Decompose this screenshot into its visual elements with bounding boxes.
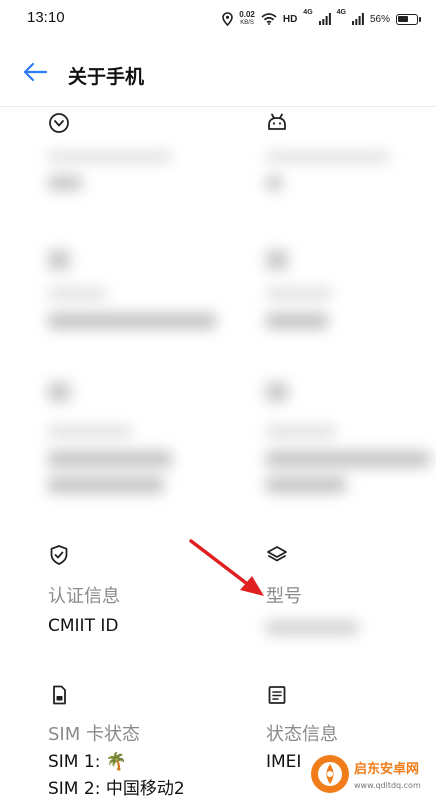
- model-cell[interactable]: 型号: [266, 544, 436, 635]
- android-version-cell[interactable]: [266, 112, 436, 190]
- back-arrow-icon[interactable]: [22, 61, 48, 83]
- signal-icon-1: [318, 13, 331, 25]
- status-info-label: 状态信息: [266, 724, 338, 745]
- chevron-circle-icon: [49, 113, 69, 133]
- signal-4g-label-1: 4G: [303, 9, 313, 16]
- android-icon: [268, 113, 286, 130]
- battery-fill: [398, 15, 408, 22]
- blurred-content: [48, 382, 238, 493]
- sim2-value: SIM 2: 中国移动2: [48, 779, 185, 799]
- blurred-content: [266, 152, 436, 190]
- battery-icon: [396, 13, 421, 25]
- signal-icon-2: [351, 13, 364, 25]
- hd-indicator: HD: [282, 13, 298, 25]
- blurred-content: [266, 382, 436, 493]
- blurred-content: [266, 250, 436, 329]
- status-icons: 0.02 KB/S HD 4G 4G 56%: [222, 9, 421, 29]
- network-speed-unit: KB/S: [240, 20, 254, 26]
- model-value-blurred: [266, 620, 436, 635]
- wifi-icon: [261, 13, 277, 25]
- sim-card-icon: [53, 685, 66, 705]
- processor-cell[interactable]: [48, 112, 238, 190]
- storage-cell[interactable]: [48, 250, 238, 329]
- signal-4g-label-2: 4G: [336, 9, 346, 16]
- document-icon: [268, 686, 286, 704]
- sim1-value: SIM 1: 🌴: [48, 752, 127, 772]
- status-bar: 13:10 0.02 KB/S HD 4G 4G 56%: [0, 0, 436, 38]
- location-icon: [222, 12, 234, 26]
- annotation-arrow: [189, 539, 264, 596]
- watermark-url: www.qdltdq.com: [354, 781, 421, 790]
- watermark-name: 启东安卓网: [354, 761, 419, 777]
- model-label: 型号: [266, 586, 302, 607]
- memory-cell[interactable]: [266, 250, 436, 329]
- certification-value: CMIIT ID: [48, 616, 119, 636]
- page-title: 关于手机: [68, 66, 145, 88]
- blurred-content: [48, 250, 238, 329]
- sim-status-label: SIM 卡状态: [48, 724, 140, 745]
- network-speed-value: 0.02: [239, 10, 255, 19]
- site-watermark: 启东安卓网 www.qdltdq.com: [306, 747, 434, 801]
- battery-percent: 56%: [369, 13, 390, 25]
- layers-icon: [267, 546, 287, 562]
- blurred-content: [48, 152, 238, 190]
- app-header: 关于手机: [0, 38, 436, 107]
- watermark-logo: 启东安卓网 www.qdltdq.com: [306, 747, 434, 801]
- sim-status-cell[interactable]: SIM 卡状态 SIM 1: 🌴 SIM 2: 中国移动2: [48, 684, 238, 799]
- shield-check-icon: [50, 545, 68, 565]
- screen-cell[interactable]: [266, 382, 436, 493]
- camera-cell[interactable]: [48, 382, 238, 493]
- status-time: 13:10: [27, 9, 65, 26]
- network-speed: 0.02 KB/S: [239, 11, 255, 27]
